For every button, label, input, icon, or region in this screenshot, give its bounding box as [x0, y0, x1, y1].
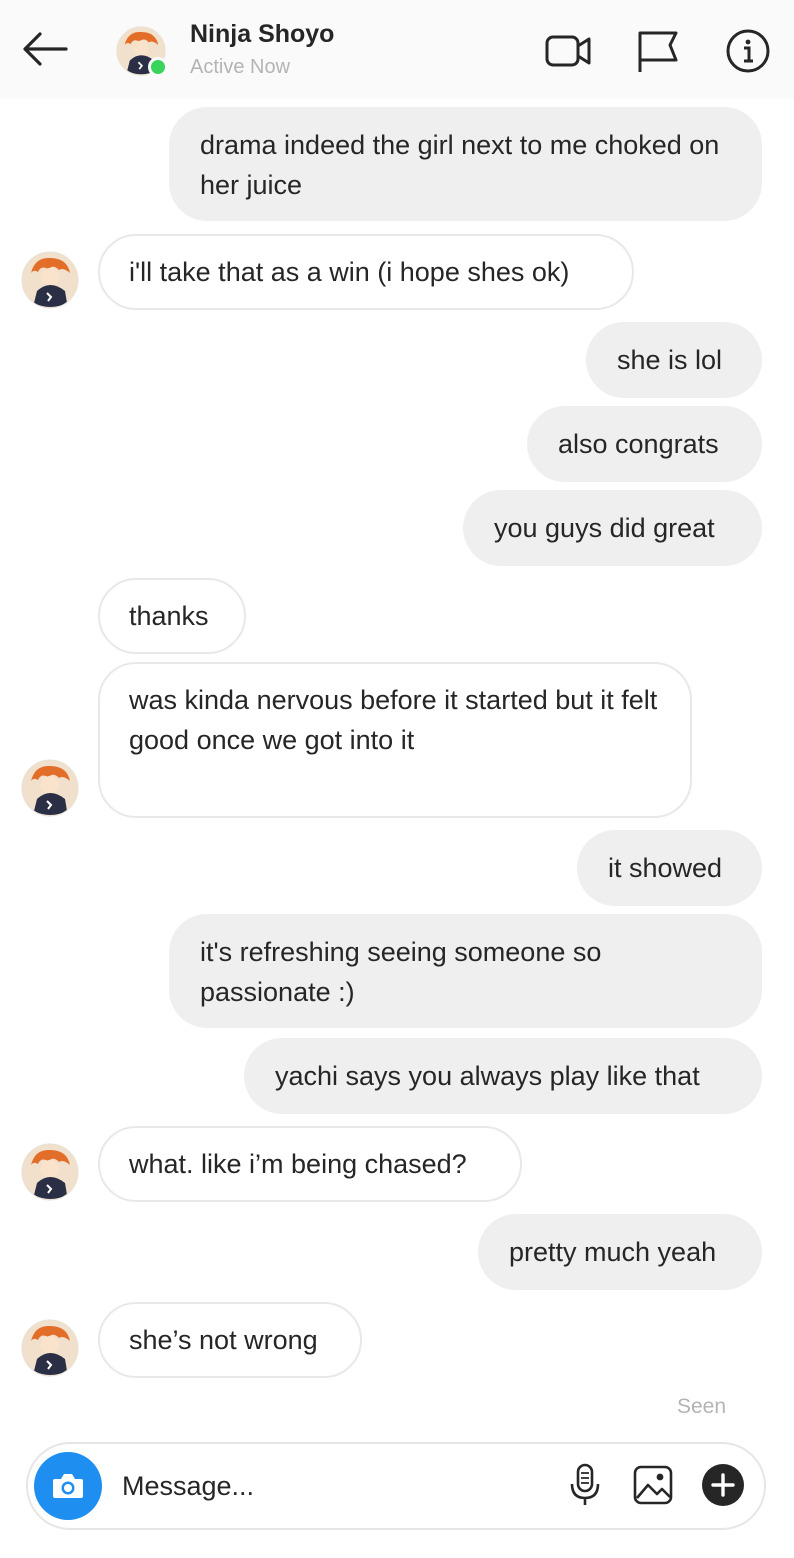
seen-receipt: Seen — [677, 1395, 727, 1418]
flag-icon[interactable] — [634, 28, 682, 74]
message-bubble-received[interactable]: what. like i’m being chased? — [98, 1126, 522, 1202]
plus-icon[interactable] — [700, 1462, 746, 1508]
message-bubble-received[interactable]: thanks — [98, 578, 246, 654]
message-bubble-received[interactable]: she’s not wrong — [98, 1302, 362, 1378]
microphone-icon[interactable] — [562, 1462, 608, 1508]
message-bubble-sent[interactable]: drama indeed the girl next to me choked … — [169, 107, 762, 221]
message-bubble-received[interactable]: was kinda nervous before it started but … — [98, 662, 692, 818]
camera-icon — [53, 1474, 83, 1498]
chat-header: Ninja Shoyo Active Now — [0, 0, 794, 99]
contact-avatar[interactable] — [21, 759, 79, 817]
message-bubble-sent[interactable]: you guys did great — [463, 490, 762, 566]
active-status-text: Active Now — [190, 56, 291, 78]
video-call-icon[interactable] — [544, 28, 592, 74]
info-icon[interactable] — [724, 28, 772, 74]
message-bubble-received[interactable]: i'll take that as a win (i hope shes ok) — [98, 234, 634, 310]
contact-avatar[interactable] — [21, 251, 79, 309]
message-bubble-sent[interactable]: it showed — [577, 830, 762, 906]
message-bubble-sent[interactable]: she is lol — [586, 322, 762, 398]
message-bubble-sent[interactable]: yachi says you always play like that — [244, 1038, 762, 1114]
message-input[interactable] — [122, 1462, 542, 1510]
contact-avatar[interactable] — [21, 1319, 79, 1377]
image-icon[interactable] — [630, 1462, 676, 1508]
message-bubble-sent[interactable]: it's refreshing seeing someone so passio… — [169, 914, 762, 1028]
message-bubble-sent[interactable]: pretty much yeah — [478, 1214, 762, 1290]
contact-name[interactable]: Ninja Shoyo — [190, 20, 334, 49]
message-bubble-sent[interactable]: also congrats — [527, 406, 762, 482]
online-status-indicator — [148, 57, 168, 77]
back-arrow-icon[interactable] — [18, 26, 72, 72]
contact-avatar[interactable] — [21, 1143, 79, 1201]
camera-button[interactable] — [34, 1452, 102, 1520]
